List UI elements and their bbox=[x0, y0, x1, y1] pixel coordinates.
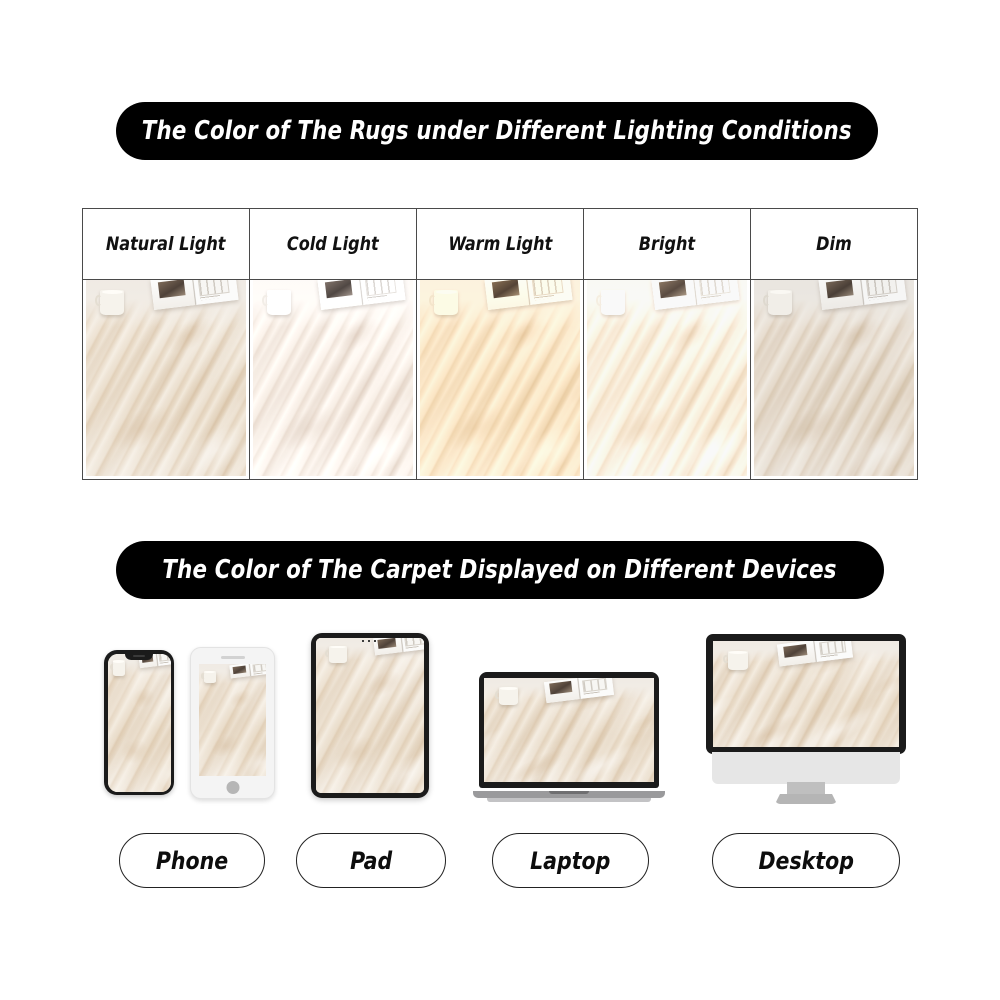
phone-home-button-icon[interactable] bbox=[226, 781, 239, 794]
lighting-header-label: Dim bbox=[816, 233, 852, 255]
lighting-cell-dim bbox=[751, 280, 917, 479]
mug-icon bbox=[723, 650, 749, 670]
lighting-column-bright: Bright bbox=[584, 209, 751, 479]
desktop-monitor-frame bbox=[706, 634, 906, 754]
device-label-row: Phone Pad Laptop Desktop bbox=[0, 833, 1000, 891]
desktop-chin bbox=[712, 752, 900, 784]
rug-swatch-warm-light bbox=[420, 280, 580, 476]
mug-icon bbox=[429, 289, 459, 316]
device-label-phone: Phone bbox=[119, 833, 265, 888]
device-label-pad: Pad bbox=[296, 833, 446, 888]
mug-icon bbox=[763, 289, 793, 316]
device-label-text: Desktop bbox=[758, 846, 854, 875]
mug-icon bbox=[109, 660, 126, 676]
device-pad bbox=[311, 633, 429, 798]
lighting-header-label: Cold Light bbox=[287, 233, 379, 255]
lighting-header-cold-light: Cold Light bbox=[250, 209, 416, 280]
lighting-cell-warm-light bbox=[417, 280, 583, 479]
mug-icon bbox=[201, 670, 216, 684]
lighting-header-dim: Dim bbox=[751, 209, 917, 280]
device-screen-phone-black bbox=[107, 653, 171, 792]
mug-icon bbox=[262, 289, 292, 316]
mug-icon bbox=[324, 645, 348, 663]
device-laptop bbox=[473, 672, 665, 802]
device-label-text: Laptop bbox=[530, 846, 611, 875]
device-phone-black bbox=[104, 650, 174, 795]
mug-icon bbox=[596, 289, 626, 316]
rug-swatch-natural-light bbox=[86, 280, 246, 476]
mug-icon bbox=[495, 687, 518, 706]
rug-swatch-bright bbox=[587, 280, 747, 476]
lighting-header-bright: Bright bbox=[584, 209, 750, 280]
banner-lighting-conditions: The Color of The Rugs under Different Li… bbox=[116, 102, 878, 160]
device-mockup-row bbox=[0, 612, 1000, 822]
lighting-comparison-table: Natural Light Cold Light Warm Light Brig… bbox=[82, 208, 918, 480]
lighting-cell-cold-light bbox=[250, 280, 416, 479]
banner-device-display: The Color of The Carpet Displayed on Dif… bbox=[116, 541, 884, 599]
lighting-header-label: Natural Light bbox=[106, 233, 226, 255]
banner-devices-title: The Color of The Carpet Displayed on Dif… bbox=[162, 555, 838, 585]
lighting-column-natural-light: Natural Light bbox=[83, 209, 250, 479]
lighting-cell-bright bbox=[584, 280, 750, 479]
device-desktop bbox=[706, 634, 906, 804]
rug-swatch-dim bbox=[754, 280, 914, 476]
device-label-text: Phone bbox=[155, 846, 229, 875]
phone-notch-icon bbox=[125, 653, 153, 660]
device-screen-pad bbox=[316, 638, 424, 793]
rug-swatch-cold-light bbox=[253, 280, 413, 476]
device-screen-phone-white bbox=[199, 664, 266, 776]
laptop-foot bbox=[487, 798, 651, 802]
desktop-stand-foot bbox=[775, 794, 837, 804]
lighting-header-label: Warm Light bbox=[448, 233, 552, 255]
lighting-column-cold-light: Cold Light bbox=[250, 209, 417, 479]
device-screen-laptop bbox=[484, 678, 654, 782]
device-screen-desktop bbox=[713, 641, 899, 747]
lighting-header-label: Bright bbox=[638, 233, 696, 255]
laptop-base bbox=[473, 791, 665, 798]
lighting-cell-natural-light bbox=[83, 280, 249, 479]
laptop-lid bbox=[479, 672, 659, 788]
lighting-column-dim: Dim bbox=[751, 209, 918, 479]
lighting-header-warm-light: Warm Light bbox=[417, 209, 583, 280]
device-label-text: Pad bbox=[349, 846, 393, 875]
phone-speaker-icon bbox=[220, 656, 245, 659]
device-label-laptop: Laptop bbox=[492, 833, 649, 888]
pad-camera-icon bbox=[362, 639, 378, 642]
device-phone-white bbox=[190, 647, 275, 799]
banner-lighting-title: The Color of The Rugs under Different Li… bbox=[141, 116, 853, 146]
lighting-header-natural-light: Natural Light bbox=[83, 209, 249, 280]
device-label-desktop: Desktop bbox=[712, 833, 900, 888]
mug-icon bbox=[95, 289, 125, 316]
lighting-column-warm-light: Warm Light bbox=[417, 209, 584, 479]
